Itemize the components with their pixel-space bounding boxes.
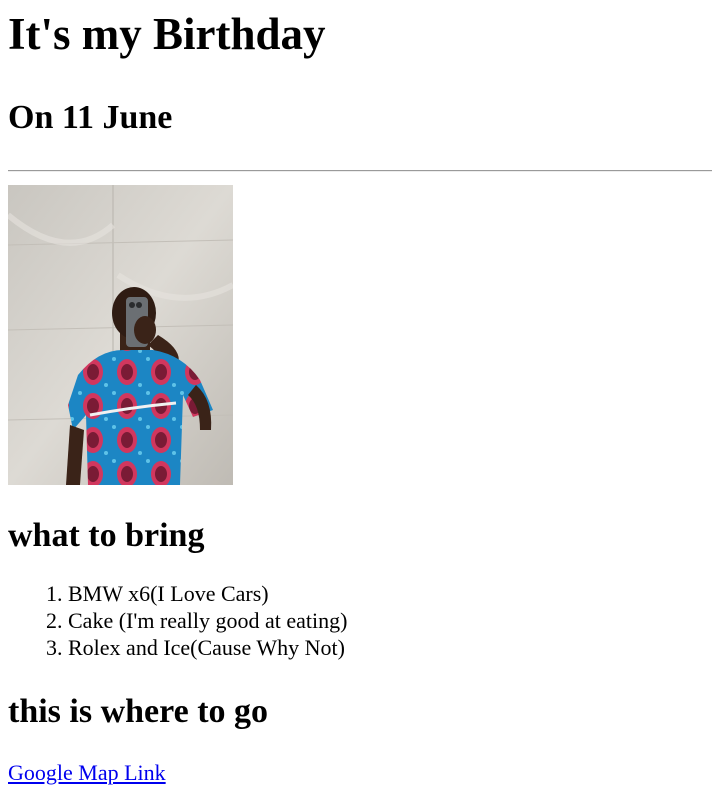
- bring-list: BMW x6(I Love Cars) Cake (I'm really goo…: [8, 580, 704, 661]
- list-item: BMW x6(I Love Cars): [68, 580, 704, 607]
- page-content: It's my Birthday On 11 June what to brin…: [0, 8, 712, 786]
- list-item: Cake (I'm really good at eating): [68, 607, 704, 634]
- divider: [8, 170, 712, 172]
- birthday-photo: [8, 185, 233, 485]
- date-heading: On 11 June: [8, 99, 173, 136]
- where-to-go-heading: this is where to go: [8, 693, 269, 730]
- google-map-link[interactable]: Google Map Link: [8, 760, 166, 786]
- list-item: Rolex and Ice(Cause Why Not): [68, 634, 704, 661]
- page-title: It's my Birthday: [8, 9, 326, 59]
- what-to-bring-heading: what to bring: [8, 517, 205, 554]
